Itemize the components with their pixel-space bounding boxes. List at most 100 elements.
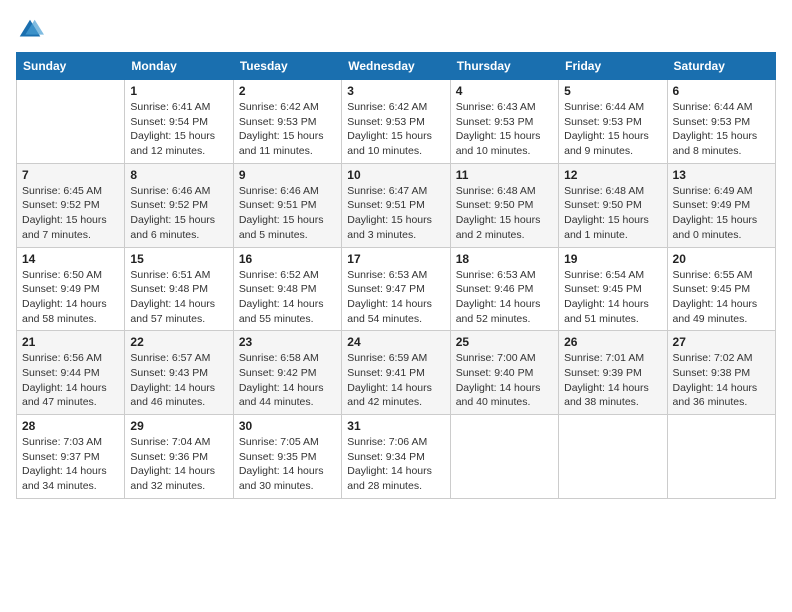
calendar-cell: 17 Sunrise: 6:53 AM Sunset: 9:47 PM Dayli… xyxy=(342,247,450,331)
day-number: 12 xyxy=(564,168,661,182)
day-number: 6 xyxy=(673,84,770,98)
page-header xyxy=(16,16,776,44)
calendar-cell xyxy=(667,415,775,499)
day-info: Sunrise: 6:46 AM Sunset: 9:51 PM Dayligh… xyxy=(239,184,336,243)
calendar-cell xyxy=(450,415,558,499)
calendar-cell: 22 Sunrise: 6:57 AM Sunset: 9:43 PM Dayli… xyxy=(125,331,233,415)
calendar-cell: 9 Sunrise: 6:46 AM Sunset: 9:51 PM Daylig… xyxy=(233,163,341,247)
calendar-week-row: 1 Sunrise: 6:41 AM Sunset: 9:54 PM Daylig… xyxy=(17,80,776,164)
day-info: Sunrise: 6:41 AM Sunset: 9:54 PM Dayligh… xyxy=(130,100,227,159)
day-number: 17 xyxy=(347,252,444,266)
day-info: Sunrise: 6:59 AM Sunset: 9:41 PM Dayligh… xyxy=(347,351,444,410)
day-number: 23 xyxy=(239,335,336,349)
day-number: 7 xyxy=(22,168,119,182)
day-number: 2 xyxy=(239,84,336,98)
day-info: Sunrise: 6:57 AM Sunset: 9:43 PM Dayligh… xyxy=(130,351,227,410)
day-number: 3 xyxy=(347,84,444,98)
day-number: 10 xyxy=(347,168,444,182)
day-number: 1 xyxy=(130,84,227,98)
day-number: 16 xyxy=(239,252,336,266)
day-info: Sunrise: 7:05 AM Sunset: 9:35 PM Dayligh… xyxy=(239,435,336,494)
calendar-cell xyxy=(559,415,667,499)
day-number: 24 xyxy=(347,335,444,349)
calendar-cell: 5 Sunrise: 6:44 AM Sunset: 9:53 PM Daylig… xyxy=(559,80,667,164)
day-info: Sunrise: 7:00 AM Sunset: 9:40 PM Dayligh… xyxy=(456,351,553,410)
day-number: 4 xyxy=(456,84,553,98)
calendar-cell: 7 Sunrise: 6:45 AM Sunset: 9:52 PM Daylig… xyxy=(17,163,125,247)
calendar-cell: 11Sunrise: 6:48 AM Sunset: 9:50 PM Dayli… xyxy=(450,163,558,247)
day-info: Sunrise: 7:03 AM Sunset: 9:37 PM Dayligh… xyxy=(22,435,119,494)
weekday-header: Thursday xyxy=(450,53,558,80)
day-info: Sunrise: 6:43 AM Sunset: 9:53 PM Dayligh… xyxy=(456,100,553,159)
weekday-header: Monday xyxy=(125,53,233,80)
calendar-cell: 15 Sunrise: 6:51 AM Sunset: 9:48 PM Dayli… xyxy=(125,247,233,331)
calendar-cell: 6 Sunrise: 6:44 AM Sunset: 9:53 PM Daylig… xyxy=(667,80,775,164)
day-info: Sunrise: 6:50 AM Sunset: 9:49 PM Dayligh… xyxy=(22,268,119,327)
day-number: 13 xyxy=(673,168,770,182)
day-info: Sunrise: 6:44 AM Sunset: 9:53 PM Dayligh… xyxy=(673,100,770,159)
day-number: 27 xyxy=(673,335,770,349)
day-info: Sunrise: 6:46 AM Sunset: 9:52 PM Dayligh… xyxy=(130,184,227,243)
day-info: Sunrise: 6:56 AM Sunset: 9:44 PM Dayligh… xyxy=(22,351,119,410)
calendar-week-row: 28 Sunrise: 7:03 AM Sunset: 9:37 PM Dayli… xyxy=(17,415,776,499)
weekday-header: Sunday xyxy=(17,53,125,80)
calendar-cell: 30Sunrise: 7:05 AM Sunset: 9:35 PM Dayli… xyxy=(233,415,341,499)
calendar-cell: 31Sunrise: 7:06 AM Sunset: 9:34 PM Dayli… xyxy=(342,415,450,499)
calendar-cell: 27Sunrise: 7:02 AM Sunset: 9:38 PM Dayli… xyxy=(667,331,775,415)
calendar-week-row: 21 Sunrise: 6:56 AM Sunset: 9:44 PM Dayli… xyxy=(17,331,776,415)
weekday-header-row: SundayMondayTuesdayWednesdayThursdayFrid… xyxy=(17,53,776,80)
logo xyxy=(16,16,48,44)
day-info: Sunrise: 6:53 AM Sunset: 9:46 PM Dayligh… xyxy=(456,268,553,327)
calendar-cell: 8 Sunrise: 6:46 AM Sunset: 9:52 PM Daylig… xyxy=(125,163,233,247)
calendar-cell: 3 Sunrise: 6:42 AM Sunset: 9:53 PM Daylig… xyxy=(342,80,450,164)
day-number: 20 xyxy=(673,252,770,266)
day-number: 8 xyxy=(130,168,227,182)
day-info: Sunrise: 7:04 AM Sunset: 9:36 PM Dayligh… xyxy=(130,435,227,494)
day-info: Sunrise: 6:54 AM Sunset: 9:45 PM Dayligh… xyxy=(564,268,661,327)
day-number: 19 xyxy=(564,252,661,266)
day-number: 9 xyxy=(239,168,336,182)
day-info: Sunrise: 6:55 AM Sunset: 9:45 PM Dayligh… xyxy=(673,268,770,327)
logo-icon xyxy=(16,16,44,44)
day-number: 5 xyxy=(564,84,661,98)
day-number: 15 xyxy=(130,252,227,266)
day-info: Sunrise: 6:48 AM Sunset: 9:50 PM Dayligh… xyxy=(564,184,661,243)
calendar-cell: 28 Sunrise: 7:03 AM Sunset: 9:37 PM Dayli… xyxy=(17,415,125,499)
day-number: 28 xyxy=(22,419,119,433)
calendar-cell: 1 Sunrise: 6:41 AM Sunset: 9:54 PM Daylig… xyxy=(125,80,233,164)
day-info: Sunrise: 6:47 AM Sunset: 9:51 PM Dayligh… xyxy=(347,184,444,243)
weekday-header: Tuesday xyxy=(233,53,341,80)
calendar-cell: 12 Sunrise: 6:48 AM Sunset: 9:50 PM Dayli… xyxy=(559,163,667,247)
day-info: Sunrise: 7:06 AM Sunset: 9:34 PM Dayligh… xyxy=(347,435,444,494)
calendar-cell: 25Sunrise: 7:00 AM Sunset: 9:40 PM Dayli… xyxy=(450,331,558,415)
day-number: 29 xyxy=(130,419,227,433)
calendar-cell: 10 Sunrise: 6:47 AM Sunset: 9:51 PM Dayli… xyxy=(342,163,450,247)
calendar-cell: 13 Sunrise: 6:49 AM Sunset: 9:49 PM Dayli… xyxy=(667,163,775,247)
calendar-cell: 16 Sunrise: 6:52 AM Sunset: 9:48 PM Dayli… xyxy=(233,247,341,331)
day-number: 22 xyxy=(130,335,227,349)
day-info: Sunrise: 6:49 AM Sunset: 9:49 PM Dayligh… xyxy=(673,184,770,243)
day-number: 26 xyxy=(564,335,661,349)
day-info: Sunrise: 6:44 AM Sunset: 9:53 PM Dayligh… xyxy=(564,100,661,159)
calendar-cell: 19 Sunrise: 6:54 AM Sunset: 9:45 PM Dayli… xyxy=(559,247,667,331)
day-info: Sunrise: 6:52 AM Sunset: 9:48 PM Dayligh… xyxy=(239,268,336,327)
calendar-week-row: 14 Sunrise: 6:50 AM Sunset: 9:49 PM Dayli… xyxy=(17,247,776,331)
calendar-week-row: 7 Sunrise: 6:45 AM Sunset: 9:52 PM Daylig… xyxy=(17,163,776,247)
calendar-cell: 18Sunrise: 6:53 AM Sunset: 9:46 PM Dayli… xyxy=(450,247,558,331)
day-info: Sunrise: 6:53 AM Sunset: 9:47 PM Dayligh… xyxy=(347,268,444,327)
weekday-header: Saturday xyxy=(667,53,775,80)
calendar-table: SundayMondayTuesdayWednesdayThursdayFrid… xyxy=(16,52,776,499)
day-info: Sunrise: 6:42 AM Sunset: 9:53 PM Dayligh… xyxy=(347,100,444,159)
day-info: Sunrise: 6:45 AM Sunset: 9:52 PM Dayligh… xyxy=(22,184,119,243)
day-info: Sunrise: 6:51 AM Sunset: 9:48 PM Dayligh… xyxy=(130,268,227,327)
weekday-header: Friday xyxy=(559,53,667,80)
calendar-cell: 23 Sunrise: 6:58 AM Sunset: 9:42 PM Dayli… xyxy=(233,331,341,415)
day-info: Sunrise: 6:58 AM Sunset: 9:42 PM Dayligh… xyxy=(239,351,336,410)
calendar-cell: 2Sunrise: 6:42 AM Sunset: 9:53 PM Daylig… xyxy=(233,80,341,164)
calendar-cell: 26Sunrise: 7:01 AM Sunset: 9:39 PM Dayli… xyxy=(559,331,667,415)
calendar-cell: 20 Sunrise: 6:55 AM Sunset: 9:45 PM Dayli… xyxy=(667,247,775,331)
day-number: 14 xyxy=(22,252,119,266)
calendar-cell: 24 Sunrise: 6:59 AM Sunset: 9:41 PM Dayli… xyxy=(342,331,450,415)
day-number: 21 xyxy=(22,335,119,349)
day-number: 11 xyxy=(456,168,553,182)
